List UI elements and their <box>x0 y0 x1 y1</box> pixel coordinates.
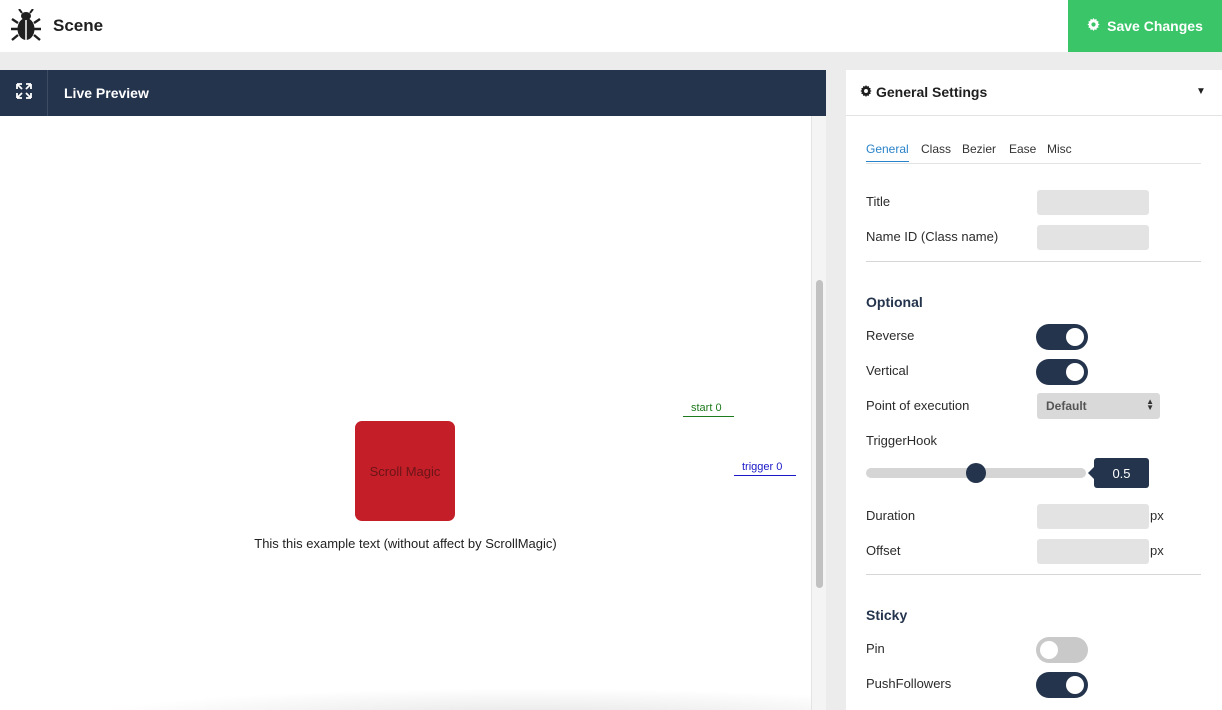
tab-class[interactable]: Class <box>921 142 951 161</box>
toggle-knob <box>1040 641 1058 659</box>
preview-title: Live Preview <box>64 85 149 101</box>
duration-unit: px <box>1150 508 1164 523</box>
optional-heading: Optional <box>866 294 923 310</box>
toggle-knob <box>1066 328 1084 346</box>
scroll-magic-label: Scroll Magic <box>369 463 441 479</box>
vertical-toggle[interactable] <box>1036 359 1088 385</box>
name-id-input[interactable] <box>1037 225 1149 250</box>
duration-label: Duration <box>866 508 916 523</box>
tab-bezier[interactable]: Bezier <box>962 142 996 161</box>
expand-preview-button[interactable] <box>0 70 48 116</box>
save-changes-label: Save Changes <box>1107 18 1203 34</box>
offset-unit: px <box>1150 543 1164 558</box>
expand-icon <box>15 82 32 104</box>
settings-header[interactable]: General Settings ▼ <box>846 70 1222 116</box>
trigger-hook-label: TriggerHook <box>866 433 938 448</box>
tab-misc[interactable]: Misc <box>1047 142 1072 161</box>
settings-title-label: General Settings <box>876 84 988 100</box>
settings-title: General Settings <box>860 84 987 100</box>
duration-input[interactable] <box>1037 504 1149 529</box>
toggle-knob <box>1066 363 1084 381</box>
push-followers-toggle[interactable] <box>1036 672 1088 698</box>
title-label: Title <box>866 194 891 209</box>
pin-toggle[interactable] <box>1036 637 1088 663</box>
save-changes-button[interactable]: Save Changes <box>1068 0 1222 52</box>
title-input[interactable] <box>1037 190 1149 215</box>
trigger-marker: trigger 0 <box>734 461 796 476</box>
app-title: Scene <box>53 16 104 35</box>
gear-icon <box>1087 18 1100 34</box>
point-of-execution-value: Default <box>1046 399 1087 413</box>
bottom-shadow <box>80 688 826 710</box>
gear-icon <box>860 84 872 100</box>
general-settings-panel: General Settings ▼ General Class Bezier … <box>846 70 1222 710</box>
live-preview-panel: Live Preview start 0 trigger 0 Scroll Ma… <box>0 70 826 710</box>
preview-header: Live Preview <box>0 70 826 116</box>
reverse-toggle[interactable] <box>1036 324 1088 350</box>
preview-scrollbar-thumb[interactable] <box>816 280 823 588</box>
bug-icon <box>10 8 42 43</box>
name-id-label: Name ID (Class name) <box>866 229 999 244</box>
settings-tabs: General Class Bezier Ease Misc <box>866 142 1201 164</box>
offset-input[interactable] <box>1037 539 1149 564</box>
start-marker: start 0 <box>683 402 734 417</box>
sticky-heading: Sticky <box>866 607 908 623</box>
select-arrows-icon: ▲ ▼ <box>1146 397 1154 412</box>
trigger-hook-slider-handle[interactable] <box>966 463 986 483</box>
offset-label: Offset <box>866 543 901 558</box>
divider <box>866 574 1201 575</box>
reverse-label: Reverse <box>866 328 915 343</box>
tab-ease[interactable]: Ease <box>1009 142 1036 161</box>
trigger-hook-value: 0.5 <box>1088 458 1149 488</box>
divider <box>866 261 1201 262</box>
tab-general[interactable]: General <box>866 142 909 162</box>
example-text: This this example text (without affect b… <box>254 536 557 551</box>
point-of-execution-label: Point of execution <box>866 398 970 413</box>
top-bar: Scene Save Changes <box>0 0 1222 52</box>
pin-label: Pin <box>866 641 885 656</box>
push-followers-label: PushFollowers <box>866 676 952 691</box>
point-of-execution-select[interactable]: Default ▲ ▼ <box>1037 393 1160 419</box>
vertical-label: Vertical <box>866 363 909 378</box>
toggle-knob <box>1066 676 1084 694</box>
caret-down-icon[interactable]: ▼ <box>1196 86 1206 97</box>
scroll-magic-box: Scroll Magic <box>355 421 455 521</box>
